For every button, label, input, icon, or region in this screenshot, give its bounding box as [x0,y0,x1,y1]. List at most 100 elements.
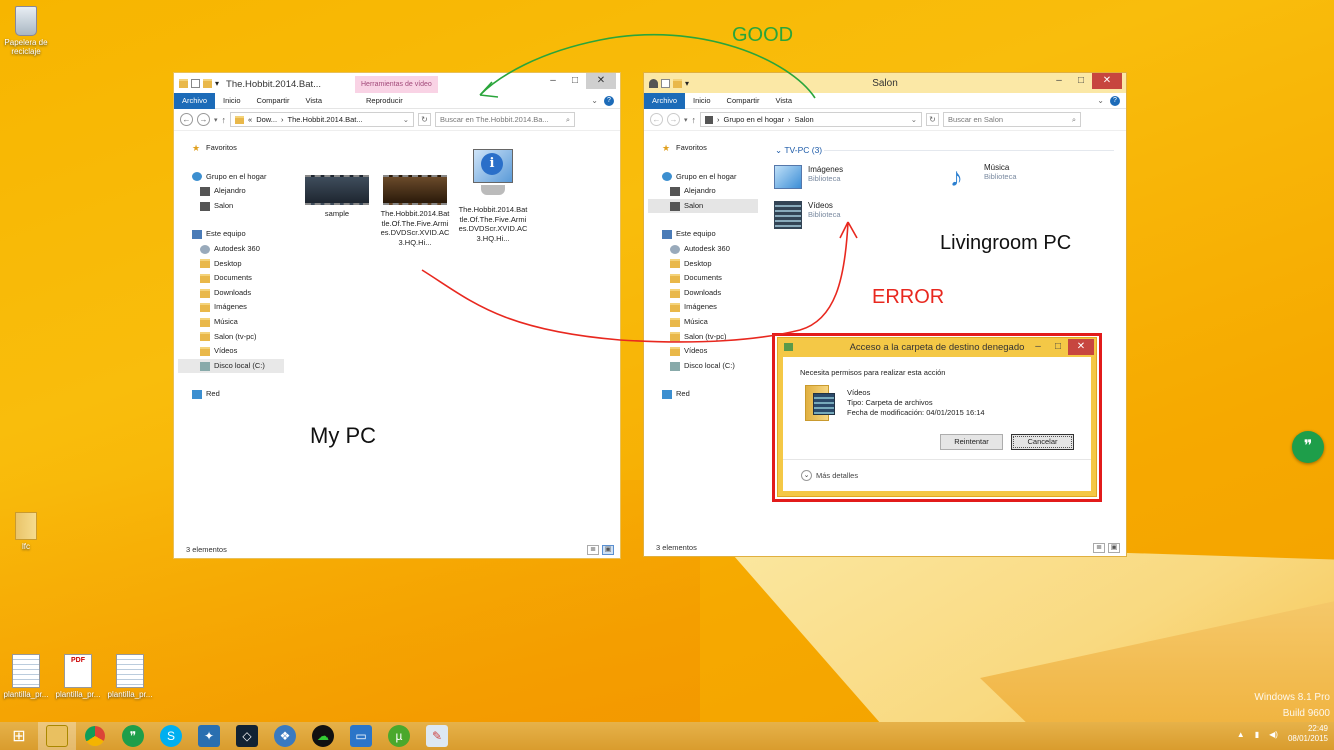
search-input[interactable]: Buscar en Salon ⌕ [943,112,1082,127]
nav-item-imagenes[interactable]: Imágenes [192,300,289,315]
context-tab-video-tools[interactable]: Herramientas de vídeo [355,76,438,93]
recent-locations-icon[interactable]: ▾ [214,116,218,124]
nav-item-documents[interactable]: Documents [662,271,759,286]
nav-item-downloads[interactable]: Downloads [662,286,759,301]
taskbar-skype[interactable]: S [152,722,190,750]
desktop-icon-folder[interactable]: lfc [0,512,52,551]
library-item-musica[interactable]: ♪ Música Biblioteca [950,163,1017,191]
nav-item-videos[interactable]: Vídeos [192,344,289,359]
chevron-down-icon[interactable]: ⌄ [403,115,409,124]
taskbar-app[interactable]: ❖ [266,722,304,750]
nav-item-favoritos[interactable]: ★ Favoritos [662,141,759,156]
group-header[interactable]: ⌄ TV-PC (3) [775,145,822,156]
taskbar-autodesk[interactable]: ◇ [228,722,266,750]
forward-button[interactable]: → [197,113,210,126]
properties-icon[interactable] [661,78,670,88]
nav-item-disco-local[interactable]: Disco local (C:) [662,359,759,374]
help-icon[interactable]: ? [1110,95,1120,106]
explorer-window-my-pc[interactable]: ▾ The.Hobbit.2014.Bat... Herramientas de… [173,72,621,559]
nav-item-salon[interactable]: Salon [648,198,758,214]
breadcrumb-overflow[interactable]: « [248,115,252,124]
large-icons-view-button[interactable]: ▣ [1108,543,1120,553]
desktop-icon-recycle-bin[interactable]: Papelera de reciclaje [0,6,52,56]
tab-archivo[interactable]: Archivo [174,92,216,109]
address-bar[interactable]: › Grupo en el hogar › Salon ⌄ [700,112,923,127]
refresh-button[interactable]: ↻ [926,113,940,126]
nav-item-salon-tv-pc[interactable]: Salon (tv-pc) [662,330,759,345]
tab-reproducir[interactable]: Reproducir [352,93,417,109]
search-input[interactable]: Buscar en The.Hobbit.2014.Ba... ⌕ [435,112,576,127]
tab-compartir[interactable]: Compartir [719,93,768,109]
chevron-down-icon[interactable]: ⌄ [1097,96,1104,105]
close-button[interactable]: ✕ [1092,73,1122,89]
nav-item-red[interactable]: Red [192,387,289,402]
nav-item-imagenes[interactable]: Imágenes [662,300,759,315]
nav-item-salon[interactable]: Salon [192,199,289,214]
help-icon[interactable]: ? [604,95,614,106]
library-item-imagenes[interactable]: Imágenes Biblioteca [774,165,843,189]
nav-item-alejandro[interactable]: Alejandro [192,184,289,199]
taskbar-cloud-app[interactable]: ☁ [304,722,342,750]
tab-inicio[interactable]: Inicio [215,93,249,109]
details-view-button[interactable]: ≣ [1093,543,1105,553]
new-folder-icon[interactable] [203,78,212,88]
nav-item-videos[interactable]: Vídeos [662,344,759,359]
new-folder-icon[interactable] [673,78,682,88]
hangouts-bubble-icon[interactable]: ❞ [1292,431,1324,463]
tab-vista[interactable]: Vista [767,93,800,109]
desktop-icon-file[interactable]: plantilla_pr... [0,654,52,699]
minimize-button[interactable]: – [1048,73,1070,89]
taskbar-app[interactable]: ✦ [190,722,228,750]
minimize-button[interactable]: – [542,73,564,89]
up-button[interactable]: ↑ [692,115,697,125]
nav-item-alejandro[interactable]: Alejandro [662,184,759,199]
back-button[interactable]: ← [650,113,663,126]
taskbar-file-explorer[interactable] [38,722,76,750]
nav-item-desktop[interactable]: Desktop [662,257,759,272]
clock[interactable]: 22:49 08/01/2015 [1288,724,1328,744]
show-hidden-icons-icon[interactable]: ▲ [1237,730,1245,739]
chevron-down-icon[interactable]: ▾ [215,79,219,88]
nav-item-salon-tv-pc[interactable]: Salon (tv-pc) [192,330,289,345]
forward-button[interactable]: → [667,113,680,126]
details-view-button[interactable]: ≣ [587,545,599,555]
taskbar-utorrent[interactable]: µ [380,722,418,750]
tab-vista[interactable]: Vista [297,93,330,109]
library-item-videos[interactable]: Vídeos Biblioteca [774,201,841,229]
desktop-icon-file[interactable]: plantilla_pr... [104,654,156,699]
nav-item-red[interactable]: Red [662,387,759,402]
back-button[interactable]: ← [180,113,193,126]
network-icon[interactable]: ▮ [1255,730,1259,739]
start-button[interactable]: ⊞ [0,722,38,750]
tab-compartir[interactable]: Compartir [249,93,298,109]
nav-item-favoritos[interactable]: ★ Favoritos [192,141,289,156]
chevron-down-icon[interactable]: ▾ [685,79,689,88]
taskbar-paint[interactable]: ✎ [418,722,456,750]
breadcrumb[interactable]: Dow... [256,115,277,124]
file-item[interactable]: i The.Hobbit.2014.Battle.Of.The.Five.Arm… [458,149,528,243]
dialog-title-bar[interactable]: Acceso a la carpeta de destino denegado … [778,338,1096,356]
desktop-icon-file[interactable]: PDF plantilla_pr... [52,654,104,699]
nav-item-autodesk[interactable]: Autodesk 360 [662,242,759,257]
refresh-button[interactable]: ↻ [418,113,432,126]
file-item[interactable]: The.Hobbit.2014.Battle.Of.The.Five.Armie… [380,175,450,247]
nav-item-este-equipo[interactable]: Este equipo [192,227,289,242]
breadcrumb[interactable]: The.Hobbit.2014.Bat... [288,115,363,124]
properties-icon[interactable] [191,78,200,88]
chevron-down-icon[interactable]: ⌄ [911,115,917,124]
nav-item-musica[interactable]: Música [192,315,289,330]
nav-item-este-equipo[interactable]: Este equipo [662,227,759,242]
title-bar[interactable]: Salon ▾ – □ ✕ [644,73,1126,93]
taskbar-hangouts[interactable]: ❞ [114,722,152,750]
minimize-button[interactable]: – [1028,339,1048,355]
more-details-toggle[interactable]: ⌄ Más detalles [801,470,858,481]
address-bar[interactable]: « Dow... › The.Hobbit.2014.Bat... ⌄ [230,112,415,127]
chevron-down-icon[interactable]: ⌄ [591,96,598,105]
large-icons-view-button[interactable]: ▣ [602,545,614,555]
nav-item-autodesk[interactable]: Autodesk 360 [192,242,289,257]
nav-item-musica[interactable]: Música [662,315,759,330]
retry-button[interactable]: Reintentar [940,434,1003,450]
nav-item-desktop[interactable]: Desktop [192,257,289,272]
volume-icon[interactable]: ◀) [1269,730,1278,739]
breadcrumb[interactable]: Salon [794,115,813,124]
